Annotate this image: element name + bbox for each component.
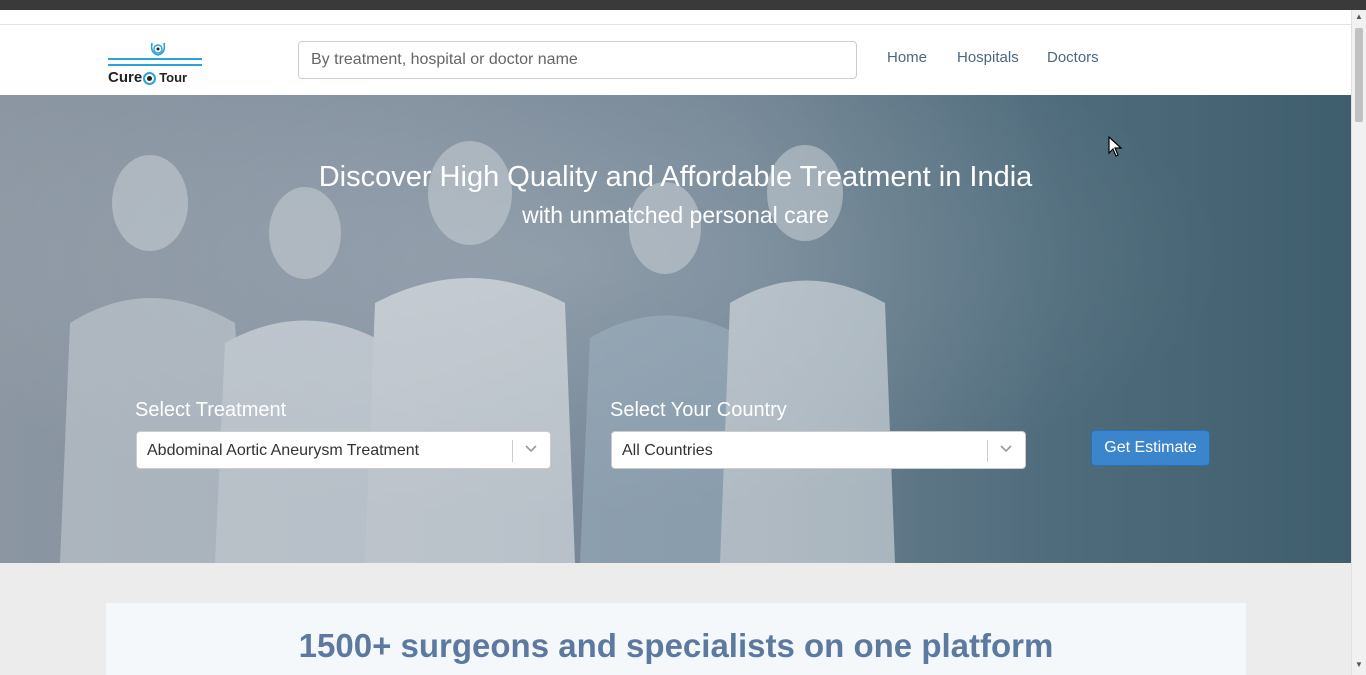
nav-doctors-link[interactable]: Doctors	[1047, 49, 1099, 66]
select-separator	[512, 440, 513, 462]
search-input[interactable]	[298, 41, 857, 79]
mouse-cursor-icon	[1108, 136, 1123, 157]
specialists-panel: 1500+ surgeons and specialists on one pl…	[106, 603, 1246, 675]
nav-hospitals-link[interactable]: Hospitals	[957, 49, 1019, 66]
logo-dot-icon	[143, 71, 157, 85]
doctors-photo	[60, 141, 895, 563]
country-label: Select Your Country	[610, 399, 787, 421]
scroll-up-icon[interactable]: ▲	[1355, 12, 1363, 21]
section-title: 1500+ surgeons and specialists on one pl…	[298, 627, 1054, 664]
hero-banner: Discover High Quality and Affordable Tre…	[0, 95, 1351, 563]
logo-text: Cure Tour	[108, 69, 188, 86]
chevron-down-icon[interactable]	[524, 441, 538, 455]
country-select[interactable]: All Countries	[611, 431, 1026, 469]
navbar: CureTour Home Hospitals Doctors	[0, 25, 1351, 95]
get-estimate-button[interactable]: Get Estimate	[1091, 430, 1210, 466]
top-strip	[0, 10, 1351, 25]
treatment-label: Select Treatment	[135, 399, 287, 421]
treatment-select[interactable]: Abdominal Aortic Aneurysm Treatment	[136, 431, 551, 469]
hero-title: Discover High Quality and Affordable Tre…	[318, 161, 1033, 193]
site-logo[interactable]: Cure Tour	[106, 39, 206, 87]
nav-home-link[interactable]: Home	[887, 49, 927, 66]
scroll-down-icon[interactable]: ▼	[1355, 660, 1363, 669]
chevron-down-icon[interactable]	[999, 441, 1013, 455]
scrollbar-thumb[interactable]	[1355, 28, 1363, 122]
hero-subtitle: with unmatched personal care	[522, 202, 829, 228]
select-separator	[987, 440, 988, 462]
country-select-value: All Countries	[622, 442, 713, 459]
browser-top-bar	[0, 0, 1366, 10]
stethoscope-icon	[108, 42, 202, 66]
page-scrollbar[interactable]: ▲ ▼	[1351, 10, 1366, 675]
treatment-select-value: Abdominal Aortic Aneurysm Treatment	[147, 442, 420, 459]
